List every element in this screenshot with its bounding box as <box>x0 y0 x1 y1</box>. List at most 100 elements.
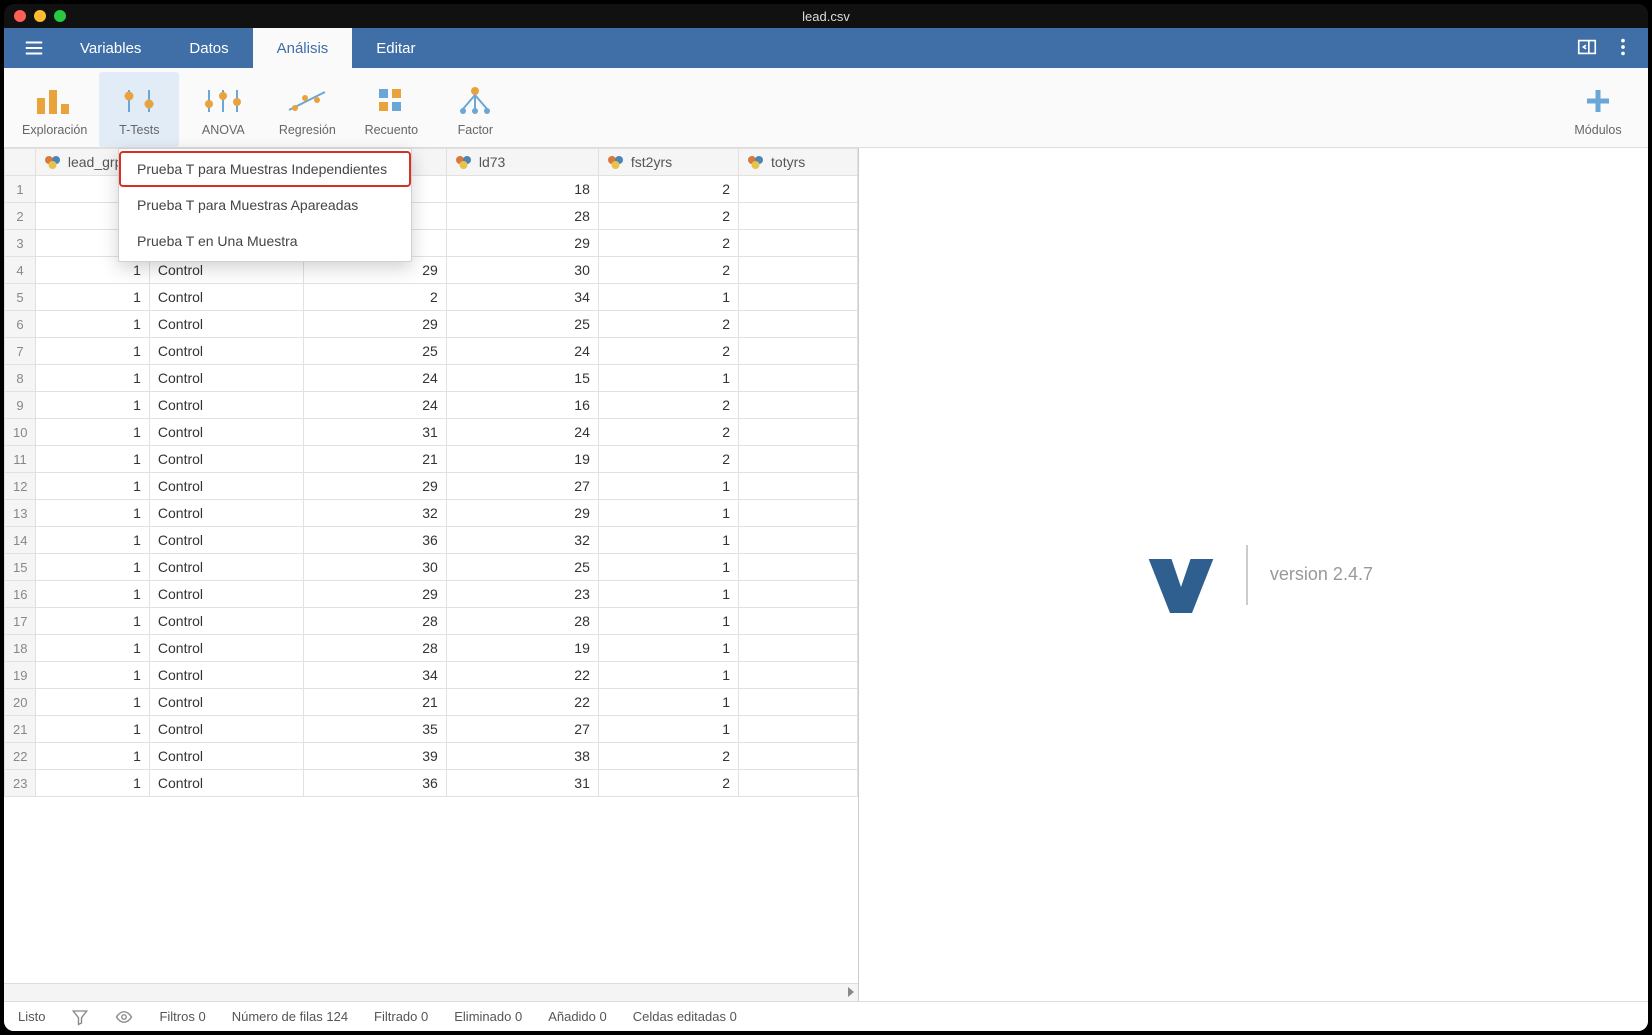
cell-group[interactable]: Control <box>149 689 303 716</box>
cell-ld73[interactable]: 34 <box>446 284 598 311</box>
minimize-window-button[interactable] <box>34 10 46 22</box>
cell-ld73[interactable]: 27 <box>446 473 598 500</box>
hamburger-menu-button[interactable] <box>12 28 56 68</box>
cell-ld72[interactable]: 39 <box>304 743 447 770</box>
cell-totyrs[interactable] <box>739 608 858 635</box>
layout-toggle-icon[interactable] <box>1576 36 1598 61</box>
cell-fst2yrs[interactable]: 1 <box>598 527 738 554</box>
eye-icon[interactable] <box>115 1008 133 1026</box>
cell-totyrs[interactable] <box>739 284 858 311</box>
cell-lead_grp[interactable]: 1 <box>35 662 149 689</box>
horizontal-scrollbar[interactable] <box>4 983 858 1001</box>
cell-totyrs[interactable] <box>739 419 858 446</box>
cell-lead_grp[interactable]: 1 <box>35 581 149 608</box>
close-window-button[interactable] <box>14 10 26 22</box>
cell-lead_grp[interactable]: 1 <box>35 365 149 392</box>
table-row[interactable]: 151Control30251 <box>5 554 858 581</box>
cell-totyrs[interactable] <box>739 446 858 473</box>
cell-lead_grp[interactable]: 1 <box>35 338 149 365</box>
ribbon-anova[interactable]: ANOVA <box>183 72 263 147</box>
cell-totyrs[interactable] <box>739 473 858 500</box>
col-header-ld73[interactable]: ld73 <box>446 149 598 176</box>
cell-fst2yrs[interactable]: 2 <box>598 338 738 365</box>
cell-lead_grp[interactable]: 1 <box>35 527 149 554</box>
cell-ld73[interactable]: 22 <box>446 689 598 716</box>
cell-lead_grp[interactable]: 1 <box>35 284 149 311</box>
cell-ld72[interactable]: 24 <box>304 392 447 419</box>
table-row[interactable]: 101Control31242 <box>5 419 858 446</box>
cell-ld73[interactable]: 31 <box>446 770 598 797</box>
cell-totyrs[interactable] <box>739 689 858 716</box>
cell-ld72[interactable]: 29 <box>304 473 447 500</box>
cell-group[interactable]: Control <box>149 500 303 527</box>
cell-totyrs[interactable] <box>739 716 858 743</box>
cell-group[interactable]: Control <box>149 311 303 338</box>
cell-lead_grp[interactable]: 1 <box>35 446 149 473</box>
tab-analysis[interactable]: Análisis <box>253 28 353 68</box>
ribbon-frequencies[interactable]: Recuento <box>351 72 431 147</box>
cell-fst2yrs[interactable]: 1 <box>598 716 738 743</box>
cell-fst2yrs[interactable]: 1 <box>598 284 738 311</box>
cell-ld73[interactable]: 19 <box>446 446 598 473</box>
cell-ld72[interactable]: 28 <box>304 608 447 635</box>
cell-fst2yrs[interactable]: 2 <box>598 203 738 230</box>
table-row[interactable]: 181Control28191 <box>5 635 858 662</box>
cell-ld73[interactable]: 18 <box>446 176 598 203</box>
cell-group[interactable]: Control <box>149 662 303 689</box>
cell-ld72[interactable]: 24 <box>304 365 447 392</box>
cell-ld72[interactable]: 21 <box>304 446 447 473</box>
ribbon-regression[interactable]: Regresión <box>267 72 347 147</box>
cell-lead_grp[interactable]: 1 <box>35 473 149 500</box>
table-row[interactable]: 201Control21221 <box>5 689 858 716</box>
table-row[interactable]: 91Control24162 <box>5 392 858 419</box>
table-row[interactable]: 61Control29252 <box>5 311 858 338</box>
cell-ld72[interactable]: 32 <box>304 500 447 527</box>
ribbon-factor[interactable]: Factor <box>435 72 515 147</box>
cell-totyrs[interactable] <box>739 743 858 770</box>
table-row[interactable]: 51Control2341 <box>5 284 858 311</box>
cell-ld73[interactable]: 22 <box>446 662 598 689</box>
cell-fst2yrs[interactable]: 2 <box>598 176 738 203</box>
cell-lead_grp[interactable]: 1 <box>35 554 149 581</box>
cell-totyrs[interactable] <box>739 365 858 392</box>
cell-ld72[interactable]: 29 <box>304 581 447 608</box>
cell-fst2yrs[interactable]: 2 <box>598 257 738 284</box>
table-row[interactable]: 141Control36321 <box>5 527 858 554</box>
cell-totyrs[interactable] <box>739 770 858 797</box>
cell-lead_grp[interactable]: 1 <box>35 689 149 716</box>
cell-totyrs[interactable] <box>739 527 858 554</box>
table-row[interactable]: 161Control29231 <box>5 581 858 608</box>
tab-edit[interactable]: Editar <box>352 28 439 68</box>
ribbon-ttests[interactable]: T-Tests <box>99 72 179 147</box>
cell-totyrs[interactable] <box>739 311 858 338</box>
cell-fst2yrs[interactable]: 1 <box>598 608 738 635</box>
cell-ld72[interactable]: 2 <box>304 284 447 311</box>
maximize-window-button[interactable] <box>54 10 66 22</box>
cell-fst2yrs[interactable]: 2 <box>598 419 738 446</box>
cell-lead_grp[interactable]: 1 <box>35 743 149 770</box>
cell-ld72[interactable]: 25 <box>304 338 447 365</box>
cell-totyrs[interactable] <box>739 581 858 608</box>
cell-ld73[interactable]: 29 <box>446 500 598 527</box>
cell-lead_grp[interactable]: 1 <box>35 311 149 338</box>
cell-lead_grp[interactable]: 1 <box>35 419 149 446</box>
cell-fst2yrs[interactable]: 2 <box>598 743 738 770</box>
cell-ld72[interactable]: 30 <box>304 554 447 581</box>
cell-totyrs[interactable] <box>739 662 858 689</box>
cell-ld73[interactable]: 24 <box>446 419 598 446</box>
cell-group[interactable]: Control <box>149 338 303 365</box>
cell-totyrs[interactable] <box>739 500 858 527</box>
dd-one-sample[interactable]: Prueba T en Una Muestra <box>119 223 411 259</box>
cell-ld72[interactable]: 21 <box>304 689 447 716</box>
cell-ld73[interactable]: 23 <box>446 581 598 608</box>
sheet-scroll[interactable]: lead_grp ld73 fst2yrs totyrs 11822282329… <box>4 148 858 983</box>
cell-fst2yrs[interactable]: 1 <box>598 500 738 527</box>
cell-ld73[interactable]: 28 <box>446 608 598 635</box>
filter-icon[interactable] <box>71 1008 89 1026</box>
cell-ld73[interactable]: 25 <box>446 311 598 338</box>
table-row[interactable]: 191Control34221 <box>5 662 858 689</box>
cell-fst2yrs[interactable]: 1 <box>598 689 738 716</box>
cell-ld73[interactable]: 32 <box>446 527 598 554</box>
cell-ld72[interactable]: 34 <box>304 662 447 689</box>
cell-lead_grp[interactable]: 1 <box>35 770 149 797</box>
